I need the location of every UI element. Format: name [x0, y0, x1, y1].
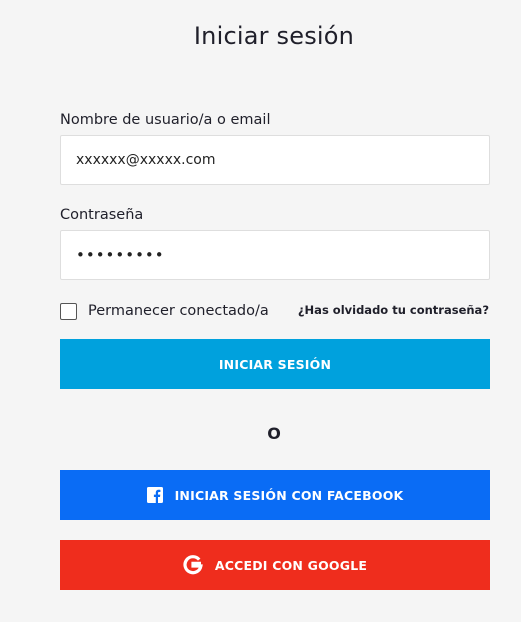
- facebook-login-button[interactable]: INICIAR SESIÓN CON FACEBOOK: [60, 470, 490, 520]
- remember-me[interactable]: Permanecer conectado/a: [60, 301, 269, 321]
- google-login-button[interactable]: ACCEDI CON GOOGLE: [60, 540, 490, 590]
- page-title: Iniciar sesión: [193, 22, 355, 50]
- remember-checkbox[interactable]: [60, 302, 77, 320]
- facebook-icon: [146, 487, 163, 503]
- password-label: Contraseña: [60, 207, 144, 223]
- username-label: Nombre de usuario/a o email: [60, 112, 271, 128]
- login-button-label: INICIAR SESIÓN: [218, 356, 332, 372]
- google-icon: [183, 555, 203, 575]
- or-divider: O: [267, 424, 281, 443]
- login-button[interactable]: INICIAR SESIÓN: [60, 339, 490, 389]
- username-field[interactable]: [60, 135, 490, 185]
- remember-label: Permanecer conectado/a: [88, 303, 269, 319]
- google-button-label: ACCEDI CON GOOGLE: [214, 557, 368, 573]
- password-field[interactable]: [60, 230, 490, 280]
- forgot-password-link[interactable]: ¿Has olvidado tu contraseña?: [298, 302, 489, 318]
- facebook-button-label: INICIAR SESIÓN CON FACEBOOK: [174, 487, 404, 503]
